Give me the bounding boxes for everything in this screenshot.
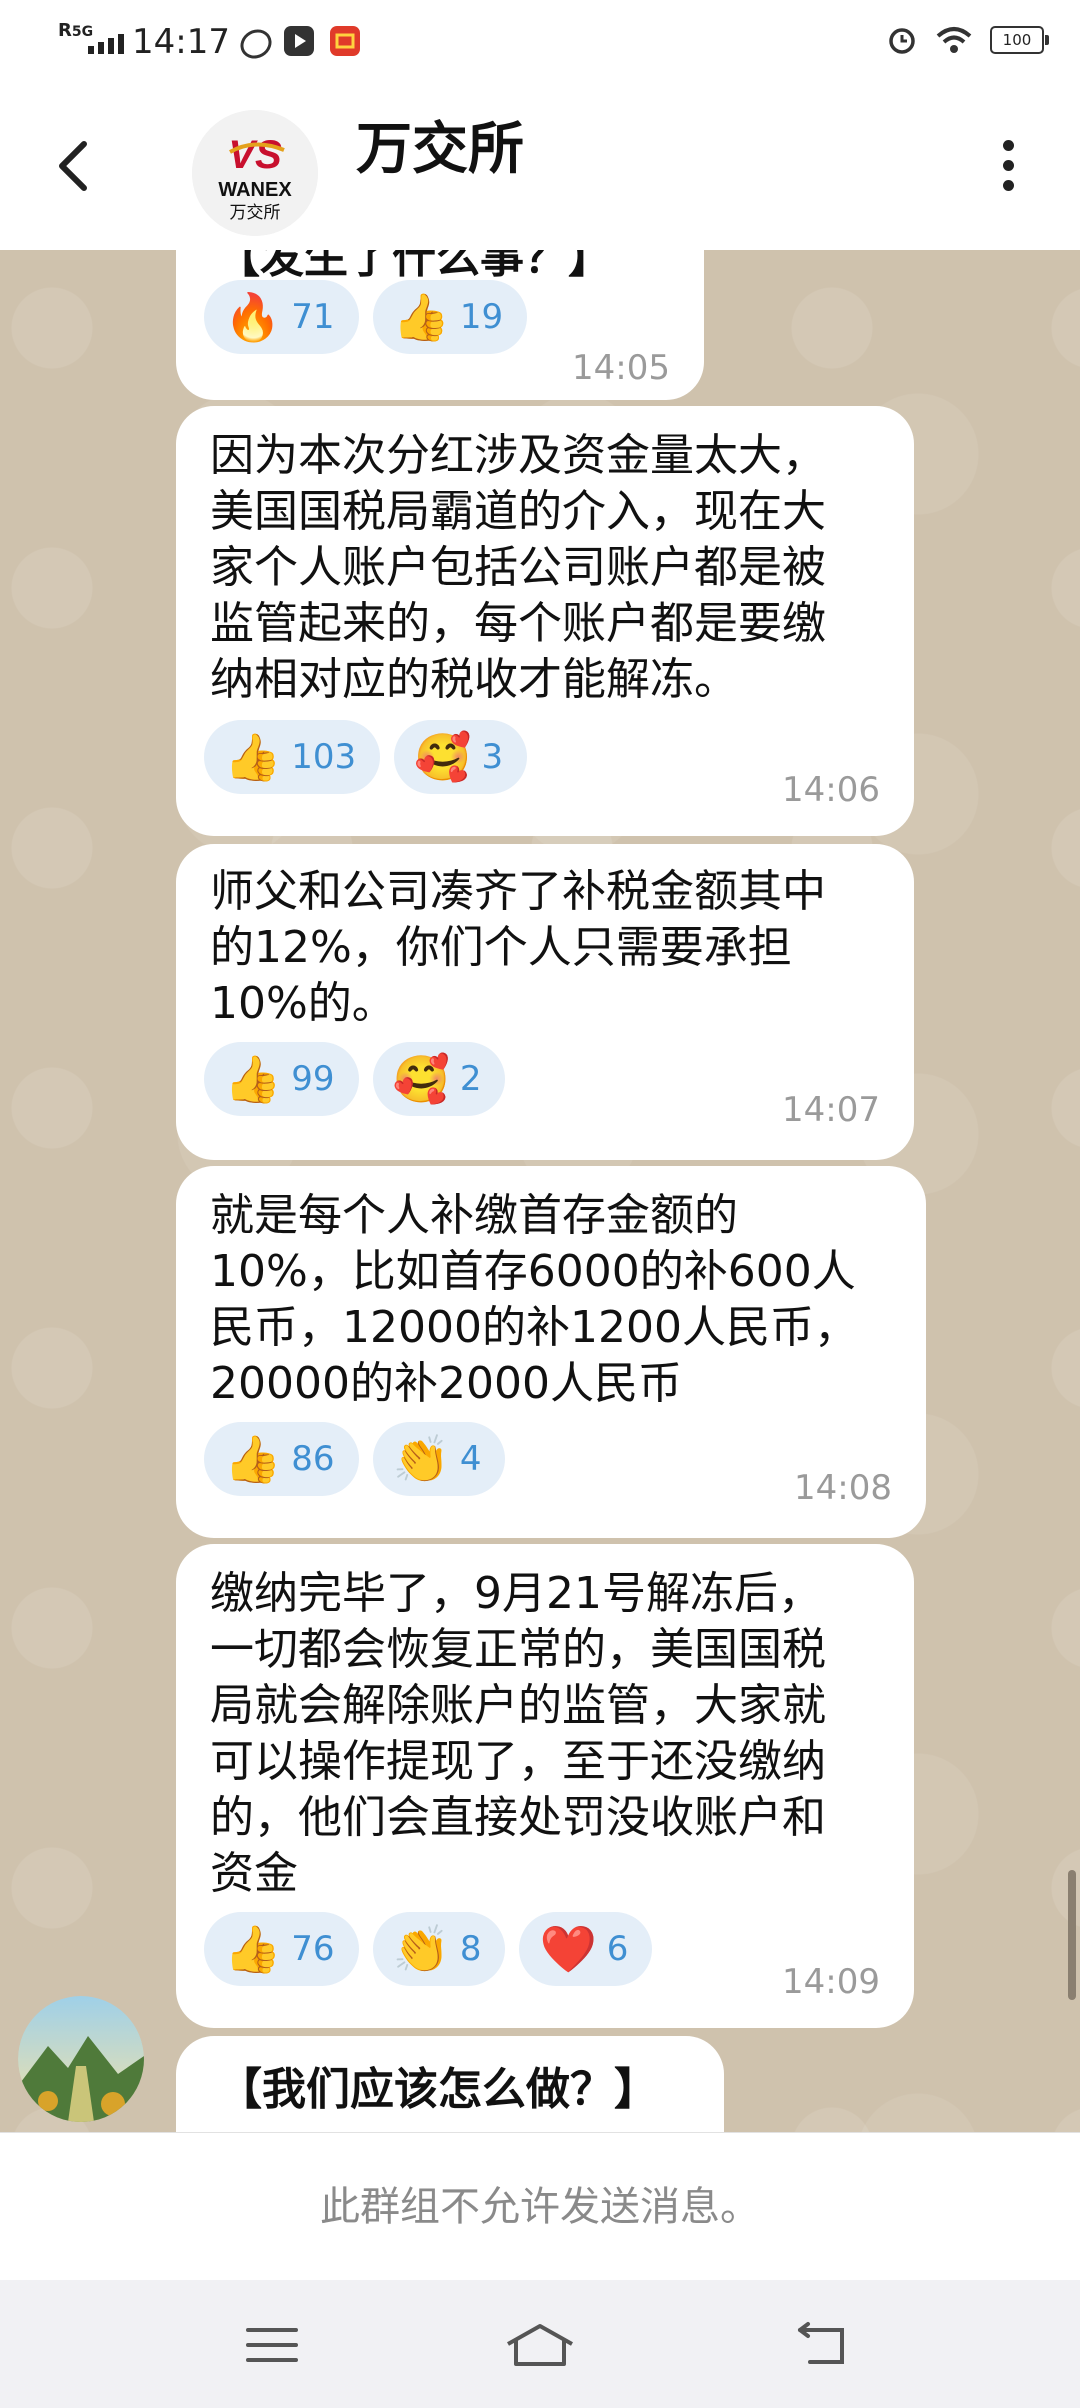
thumbs-up-icon: 👍 [224, 1052, 282, 1106]
scrollbar-thumb[interactable] [1068, 1870, 1076, 2000]
reaction-count: 19 [459, 297, 504, 337]
reaction-chip[interactable]: ❤️ 6 [519, 1912, 653, 1986]
message-time: 14:07 [782, 1090, 880, 1130]
reaction-chip[interactable]: 👍 19 [372, 280, 528, 354]
menu-icon[interactable] [242, 2320, 302, 2370]
sender-avatar[interactable] [18, 1996, 144, 2122]
message-bubble: 缴纳完毕了，9月21号解冻后， 一切都会恢复正常的，美国国税 局就会解除账户的监… [176, 1544, 914, 2028]
reaction-count: 2 [459, 1059, 482, 1099]
reaction-chip[interactable]: 👏 4 [372, 1422, 506, 1496]
reaction-count: 4 [459, 1439, 482, 1479]
shop-app-icon [330, 26, 360, 56]
message-text: 就是每个人补缴首存金额的 10%，比如首存6000的补600人 民币，12000… [210, 1190, 858, 1409]
message-time: 14:09 [782, 1962, 880, 2002]
status-time: 14:17 [132, 22, 230, 62]
back-arrow-icon[interactable] [46, 136, 106, 196]
svg-text:VS: VS [228, 133, 282, 177]
reaction-count: 103 [291, 737, 357, 777]
reaction-count: 6 [606, 1929, 629, 1969]
reaction-chip[interactable]: 👍 99 [204, 1042, 359, 1116]
system-nav-bar [0, 2280, 1080, 2408]
reaction-chip[interactable]: 🔥 71 [204, 280, 359, 354]
message-time: 14:06 [782, 770, 880, 810]
reaction-chip[interactable]: 👍 86 [204, 1422, 359, 1496]
alarm-icon [889, 28, 915, 54]
clapping-hands-icon: 👏 [392, 1432, 450, 1486]
thumbs-up-icon: 👍 [224, 1432, 282, 1486]
fire-icon: 🔥 [224, 290, 282, 344]
reaction-chip[interactable]: 🥰 3 [394, 720, 528, 794]
battery-level: 100 [1002, 31, 1032, 49]
reaction-chip[interactable]: 👍 76 [204, 1912, 359, 1986]
message-bubble: 【发生了什么事？】 🔥 71 👍 19 14:05 [176, 250, 704, 400]
message-text: 【我们应该怎么做？】 [218, 2064, 658, 2115]
reaction-count: 3 [481, 737, 504, 777]
no-messages-notice: 此群组不允许发送消息。 [0, 2132, 1080, 2281]
reaction-count: 86 [291, 1439, 335, 1479]
svg-text:万交所: 万交所 [230, 203, 281, 223]
reaction-chip[interactable]: 👍 103 [204, 720, 381, 794]
sync-app-icon [235, 23, 277, 65]
notice-text: 此群组不允许发送消息。 [320, 2184, 760, 2230]
reaction-count: 8 [459, 1929, 482, 1969]
reaction-count: 71 [291, 297, 335, 337]
reaction-bar: 👍 99 🥰 2 [204, 1042, 506, 1116]
reaction-bar: 👍 86 👏 4 [204, 1422, 506, 1496]
reaction-chip[interactable]: 👏 8 [372, 1912, 506, 1986]
signal-icon [88, 32, 124, 54]
back-nav-icon[interactable] [792, 2320, 852, 2370]
reaction-bar: 👍 103 🥰 3 [204, 720, 528, 794]
smiling-hearts-icon: 🥰 [414, 730, 472, 784]
chat-header: VS WANEX 万交所 万交所 [0, 84, 1080, 251]
reaction-count: 76 [291, 1929, 335, 1969]
wifi-icon [936, 27, 972, 53]
smiling-hearts-icon: 🥰 [392, 1052, 450, 1106]
reaction-chip[interactable]: 🥰 2 [372, 1042, 506, 1116]
message-bubble: 因为本次分红涉及资金量太大， 美国国税局霸道的介入，现在大 家个人账户包括公司账… [176, 406, 914, 836]
thumbs-up-icon: 👍 [224, 1922, 282, 1976]
reaction-bar: 👍 76 👏 8 ❤️ 6 [204, 1912, 653, 1986]
message-text: 因为本次分红涉及资金量太大， 美国国税局霸道的介入，现在大 家个人账户包括公司账… [210, 430, 826, 705]
home-icon[interactable] [502, 2320, 578, 2370]
red-heart-icon: ❤️ [539, 1922, 597, 1976]
reaction-count: 99 [291, 1059, 335, 1099]
message-text: 师父和公司凑齐了补税金额其中 的12%，你们个人只需要承担 10%的。 [210, 866, 826, 1029]
message-text: 缴纳完毕了，9月21号解冻后， 一切都会恢复正常的，美国国税 局就会解除账户的监… [210, 1568, 826, 1899]
thumbs-up-icon: 👍 [224, 730, 282, 784]
group-avatar[interactable]: VS WANEX 万交所 [192, 110, 318, 236]
thumbs-up-icon: 👍 [392, 290, 450, 344]
chat-area[interactable]: 【发生了什么事？】 🔥 71 👍 19 14:05 因为本次分红涉及资金量太大， 美… [0, 250, 1080, 2132]
message-bubble: 师父和公司凑齐了补税金额其中 的12%，你们个人只需要承担 10%的。 👍 99 … [176, 844, 914, 1160]
status-bar: R5G 14:17 100 [0, 0, 1080, 84]
message-time: 14:08 [794, 1468, 892, 1508]
wanex-logo: VS WANEX 万交所 [192, 110, 318, 236]
battery-icon: 100 [990, 26, 1049, 54]
message-bubble: 【我们应该怎么做？】 [176, 2036, 724, 2132]
message-bubble: 就是每个人补缴首存金额的 10%，比如首存6000的补600人 民币，12000… [176, 1166, 926, 1538]
roaming-label: R [58, 20, 72, 41]
group-title[interactable]: 万交所 [356, 104, 524, 185]
svg-text:WANEX: WANEX [218, 179, 292, 201]
video-app-icon [284, 26, 314, 56]
message-time: 14:05 [572, 348, 670, 388]
reaction-bar: 🔥 71 👍 19 [204, 280, 528, 354]
more-options-icon[interactable] [990, 140, 1026, 200]
clapping-hands-icon: 👏 [392, 1922, 450, 1976]
